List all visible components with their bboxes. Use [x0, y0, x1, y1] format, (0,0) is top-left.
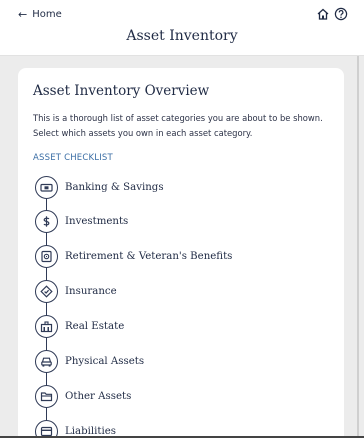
checklist-item-label: Insurance [65, 285, 117, 297]
card-heading: Asset Inventory Overview [33, 83, 210, 99]
checklist-item-label: Real Estate [65, 320, 125, 332]
folder-icon [35, 384, 58, 408]
checklist-item-investments[interactable]: Investments [35, 209, 128, 233]
checklist-item-label: Other Assets [65, 390, 132, 402]
back-label: Home [32, 9, 62, 20]
checklist-item-label: Investments [65, 215, 129, 227]
checklist-item-label: Banking & Savings [65, 181, 164, 193]
shield-tag-icon [35, 279, 58, 303]
checklist-item-label: Retirement & Veteran's Benefits [65, 250, 233, 262]
top-bar: ← Home Asset Inventory [0, 0, 364, 56]
checklist-item-label: Liabilities [65, 425, 117, 437]
building-icon [35, 314, 58, 338]
safe-icon [35, 244, 58, 268]
scrollbar[interactable] [357, 56, 359, 438]
dollar-icon [35, 209, 58, 233]
checklist-heading: ASSET CHECKLIST [33, 153, 113, 163]
checklist-item-physical-assets[interactable]: Physical Assets [35, 349, 144, 373]
help-icon[interactable] [334, 7, 348, 21]
checklist-item-insurance[interactable]: Insurance [35, 279, 117, 303]
page-title: Asset Inventory [126, 28, 238, 44]
checklist-item-label: Physical Assets [65, 355, 145, 367]
car-icon [35, 349, 58, 373]
checklist-item-retirement[interactable]: Retirement & Veteran's Benefits [35, 244, 232, 268]
back-link[interactable]: ← Home [18, 8, 62, 21]
home-icon[interactable] [316, 7, 330, 21]
checklist-item-banking[interactable]: Banking & Savings [35, 175, 164, 199]
back-arrow-icon: ← [18, 8, 28, 21]
overview-card: Asset Inventory Overview This is a thoro… [18, 68, 344, 438]
cash-icon [35, 175, 58, 199]
checklist-item-real-estate[interactable]: Real Estate [35, 314, 124, 338]
intro-text: This is a thorough list of asset categor… [33, 113, 323, 138]
checklist-item-other-assets[interactable]: Other Assets [35, 384, 131, 408]
